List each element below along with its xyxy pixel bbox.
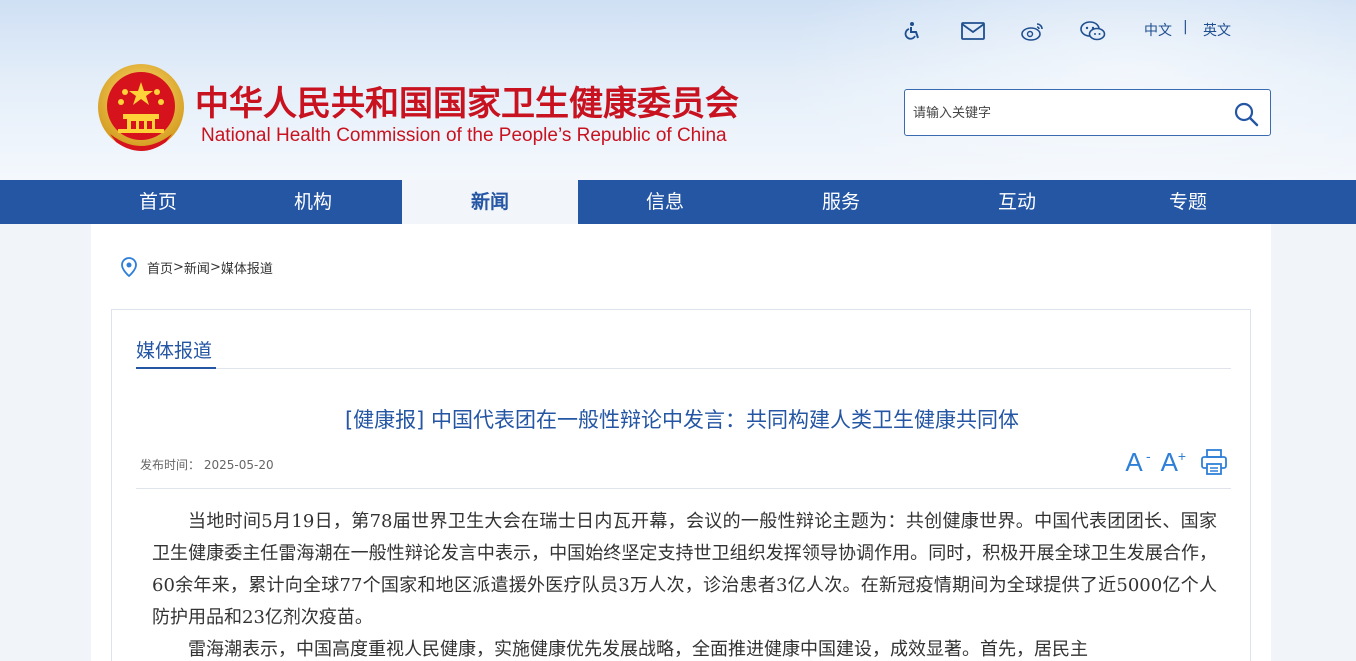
nav-item-organization[interactable]: 机构	[253, 180, 373, 224]
main-nav: 首页 机构 新闻 信息 服务 互动 专题	[0, 180, 1356, 224]
main-content: 首页 > 新闻 > 媒体报道 媒体报道 [健康报] 中国代表团在一般性辩论中发言…	[91, 224, 1271, 661]
print-icon[interactable]	[1200, 448, 1228, 476]
nav-item-information[interactable]: 信息	[605, 180, 725, 224]
search-box	[904, 89, 1271, 136]
breadcrumb: 首页 > 新闻 > 媒体报道	[121, 257, 273, 277]
weibo-icon[interactable]	[1020, 18, 1046, 44]
nav-item-interaction[interactable]: 互动	[957, 180, 1077, 224]
wechat-icon[interactable]	[1080, 18, 1106, 44]
article-divider	[136, 488, 1231, 489]
accessibility-icon[interactable]	[900, 18, 926, 44]
mail-icon[interactable]	[960, 18, 986, 44]
site-title: 中华人民共和国国家卫生健康委员会	[195, 84, 739, 124]
font-increase-button[interactable]: A +	[1160, 447, 1186, 477]
font-increase-label: A	[1160, 447, 1178, 477]
article-title: [健康报] 中国代表团在一般性辩论中发言：共同构建人类卫生健康共同体	[344, 408, 1020, 432]
lang-chinese-link[interactable]: 中文	[1144, 20, 1172, 40]
top-icon-bar	[900, 18, 1106, 44]
breadcrumb-news[interactable]: 新闻	[184, 258, 210, 277]
article-tools: A- A +	[1125, 448, 1228, 476]
article-body: 当地时间5月19日，第78届世界卫生大会在瑞士日内瓦开幕，会议的一般性辩论主题为…	[152, 506, 1217, 661]
publish-date: 发布时间： 2025-05-20	[140, 456, 274, 473]
breadcrumb-separator: >	[173, 259, 184, 275]
article-paragraph: 当地时间5月19日，第78届世界卫生大会在瑞士日内瓦开幕，会议的一般性辩论主题为…	[152, 511, 1217, 628]
font-increase-mark: +	[1177, 448, 1186, 464]
nav-item-topics[interactable]: 专题	[1128, 180, 1248, 224]
nav-item-news[interactable]: 新闻	[402, 180, 578, 224]
publish-date-label: 发布时间：	[140, 458, 201, 472]
breadcrumb-current[interactable]: 媒体报道	[221, 258, 273, 277]
nav-item-home[interactable]: 首页	[98, 180, 218, 224]
national-emblem-icon	[98, 64, 184, 151]
lang-separator: |	[1183, 19, 1188, 35]
font-decrease-label: A	[1125, 447, 1143, 477]
location-pin-icon	[121, 257, 137, 277]
nav-item-services[interactable]: 服务	[781, 180, 901, 224]
section-divider	[136, 368, 1231, 369]
section-title-underline	[136, 367, 216, 369]
font-decrease-mark: -	[1145, 448, 1151, 464]
publish-date-value: 2025-05-20	[203, 458, 274, 472]
article-paragraph: 雷海潮表示，中国高度重视人民健康，实施健康优先发展战略，全面推进健康中国建设，成…	[188, 639, 1088, 660]
site-subtitle: National Health Commission of the People…	[201, 125, 727, 146]
breadcrumb-separator: >	[209, 259, 221, 275]
section-title: 媒体报道	[136, 340, 213, 362]
search-icon[interactable]	[1232, 100, 1260, 128]
article-panel: 媒体报道 [健康报] 中国代表团在一般性辩论中发言：共同构建人类卫生健康共同体 …	[111, 309, 1251, 661]
lang-english-link[interactable]: 英文	[1203, 20, 1231, 40]
breadcrumb-home[interactable]: 首页	[147, 258, 173, 277]
search-input[interactable]	[913, 102, 1223, 124]
site-header: 中华人民共和国国家卫生健康委员会 National Health Commiss…	[0, 0, 1356, 180]
font-decrease-button[interactable]: A-	[1125, 447, 1150, 477]
